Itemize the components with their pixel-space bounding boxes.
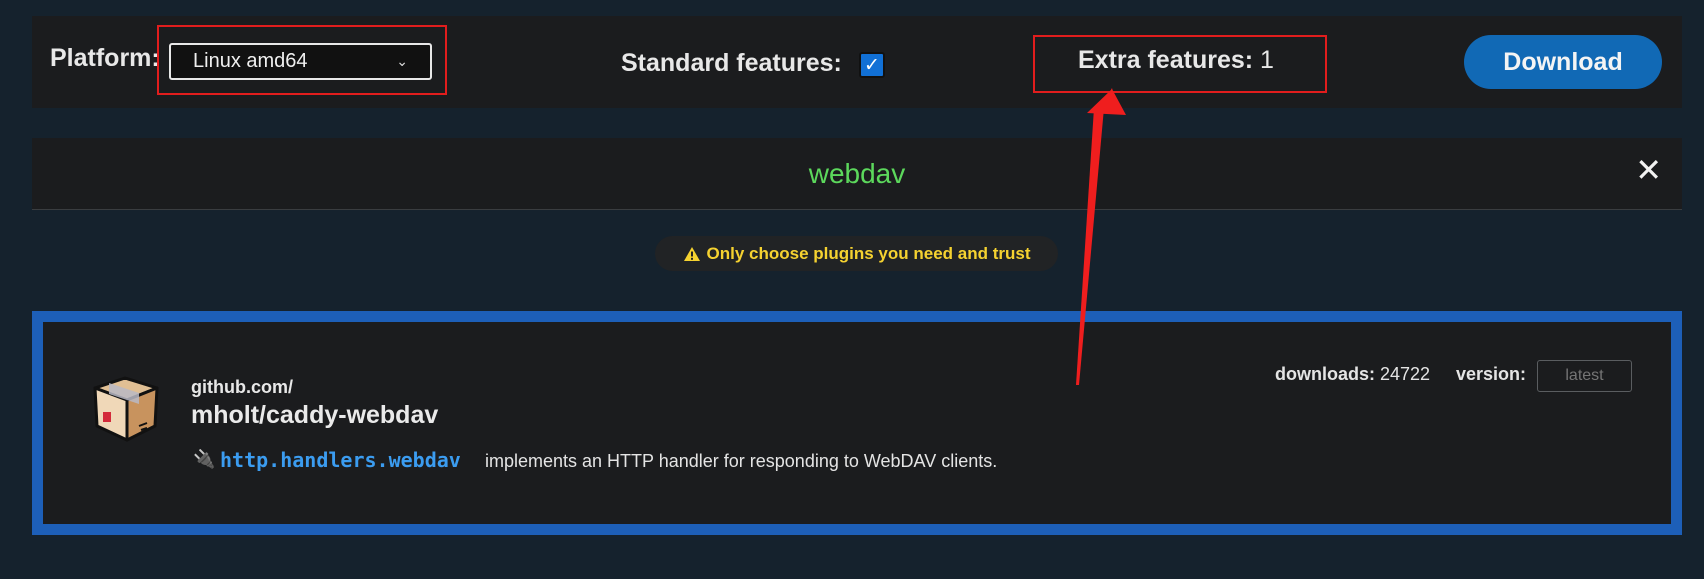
standard-features-label: Standard features: xyxy=(621,49,842,77)
platform-label: Platform: xyxy=(50,44,160,72)
version-input[interactable] xyxy=(1537,360,1632,392)
close-icon[interactable]: ✕ xyxy=(1635,154,1662,186)
standard-features-checkbox[interactable]: ✓ xyxy=(859,52,885,78)
version-label-text: version: xyxy=(1456,364,1527,384)
downloads-value: 24722 xyxy=(1380,364,1431,384)
downloads-label: downloads: xyxy=(1275,364,1375,384)
search-bar[interactable]: webdav ✕ xyxy=(32,138,1682,210)
download-button[interactable]: Download xyxy=(1464,35,1662,89)
handler-description: implements an HTTP handler for respondin… xyxy=(485,451,998,471)
annotation-highlight-platform xyxy=(157,25,447,95)
warning-triangle-icon xyxy=(683,246,700,261)
search-query[interactable]: webdav xyxy=(32,158,1682,190)
plug-icon: 🔌 xyxy=(193,449,216,469)
annotation-highlight-extra-features xyxy=(1033,35,1327,93)
module-name[interactable]: mholt/caddy-webdav xyxy=(191,401,438,430)
version-label: version: xyxy=(1456,364,1526,385)
plugin-card[interactable]: github.com/ mholt/caddy-webdav downloads… xyxy=(32,311,1682,535)
warning-banner: Only choose plugins you need and trust xyxy=(655,236,1058,271)
module-prefix: github.com/ xyxy=(191,377,293,397)
handler-link[interactable]: http.handlers.webdav xyxy=(220,448,461,472)
package-box-icon xyxy=(93,376,159,442)
downloads-stat: downloads: 24722 xyxy=(1275,364,1430,385)
checkmark-icon: ✓ xyxy=(864,54,880,76)
warning-text: Only choose plugins you need and trust xyxy=(706,243,1031,263)
